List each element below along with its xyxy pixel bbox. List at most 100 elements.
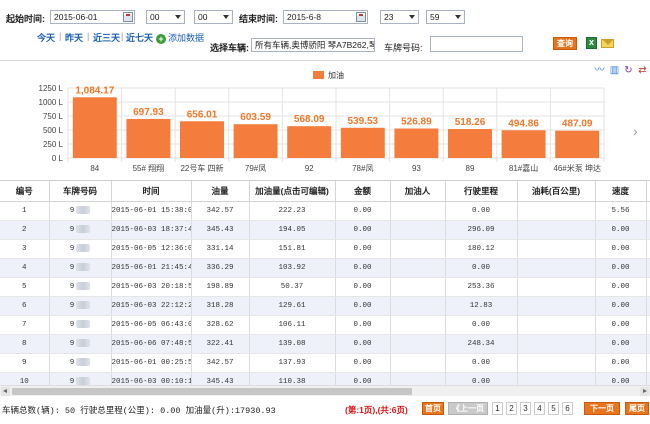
end-minute-select[interactable]: 59 (426, 10, 465, 24)
page-5-button[interactable]: 5 (548, 402, 559, 415)
col-header-amount[interactable]: 金额 (335, 181, 391, 202)
calendar-icon[interactable] (123, 12, 133, 22)
table-row[interactable]: 4 9 2015-06-01 21:45:41 336.29 103.92 0.00 0.0… (0, 258, 650, 278)
cell-fuel: 198.89 (191, 277, 250, 297)
quick-7days-link[interactable]: 近七天 (126, 31, 153, 44)
quick-3days-link[interactable]: 近三天 (93, 31, 120, 44)
refresh-icon[interactable]: ↻ (623, 65, 634, 76)
mail-icon[interactable] (601, 39, 614, 48)
cell-speed: 0.00 (595, 258, 647, 278)
table-row[interactable]: 5 9 2015-06-03 20:18:54 198.89 50.37 0.00 253.… (0, 277, 650, 297)
cell-refuel[interactable]: 103.92 (249, 258, 336, 278)
cell-time-text: 2015-06-01 15:38:09 (111, 206, 191, 215)
cell-refuel[interactable]: 194.05 (249, 220, 336, 240)
col-header-id[interactable]: 编号 (0, 181, 50, 202)
cell-fuel-text: 345.43 (206, 225, 234, 234)
next-page-button[interactable]: 下一页 (584, 402, 620, 415)
table-row[interactable]: 2 9 2015-06-03 18:37:48 345.43 194.05 0.00 296… (0, 220, 650, 240)
x-tick-label: 84 (90, 164, 99, 173)
excel-export-icon[interactable] (586, 37, 597, 49)
col-header-speed[interactable]: 速度 (595, 181, 647, 202)
cell-speed-text: 0.00 (611, 263, 630, 272)
col-header-plate[interactable]: 车牌号码 (49, 181, 112, 202)
page-4-button[interactable]: 4 (534, 402, 545, 415)
page-6-button[interactable]: 6 (562, 402, 573, 415)
bar-value-label: 539.53 (348, 116, 379, 127)
plate-input[interactable] (430, 36, 523, 52)
query-button[interactable]: 查询 (553, 37, 577, 50)
col-header-fuel[interactable]: 油量 (191, 181, 250, 202)
col-header-time[interactable]: 时间 (111, 181, 192, 202)
cell-id: 10 (0, 372, 50, 385)
cell-mileage: 296.09 (445, 220, 518, 240)
start-hour-select[interactable]: 00 (146, 10, 185, 24)
page-3-button[interactable]: 3 (520, 402, 531, 415)
separator: | (87, 31, 90, 41)
cell-plate: 9 (49, 239, 112, 259)
prev-page-button[interactable]: 《上一页 (448, 402, 488, 415)
table-row[interactable]: 7 9 2015-06-05 06:43:07 328.62 106.11 0.00 0.0… (0, 315, 650, 335)
cell-refuel[interactable]: 139.08 (249, 334, 336, 354)
chart-toolbar: 〰 ▥ ↻ ⇄ (594, 65, 650, 77)
table-row[interactable]: 8 9 2015-06-06 07:48:59 322.41 139.08 0.00 248… (0, 334, 650, 354)
switch-icon[interactable]: ⇄ (637, 65, 648, 76)
cell-mileage: 0.00 (445, 258, 518, 278)
bar (448, 128, 492, 158)
col-header-refuel[interactable]: 加油量(点击可编辑) (249, 181, 336, 202)
cell-refuel[interactable]: 50.37 (249, 277, 336, 297)
cell-refuel[interactable]: 129.61 (249, 296, 336, 316)
cell-refuel[interactable]: 151.81 (249, 239, 336, 259)
cell-id-text: 2 (21, 225, 27, 234)
horizontal-scrollbar[interactable] (0, 385, 650, 396)
table-row[interactable]: 1 9 2015-06-01 15:38:09 342.57 222.23 0.00 0.0… (0, 201, 650, 221)
vehicle-select[interactable]: 所有车辆,奥博骄阳 琴A7B262,琴AF (251, 38, 375, 52)
col-header-mileage[interactable]: 行驶里程 (445, 181, 518, 202)
last-page-button[interactable]: 尾页 (625, 402, 649, 415)
table-row[interactable]: 9 9 2015-06-01 00:25:59 342.57 137.93 0.00 0.0… (0, 353, 650, 373)
calendar-icon[interactable] (356, 12, 366, 22)
quick-today-link[interactable]: 今天 (37, 31, 55, 44)
table-header-row: 编号 车牌号码 时间 油量 加油量(点击可编辑) 金额 加油人 行驶里程 油耗(… (0, 181, 650, 202)
cell-consumption (517, 220, 596, 240)
page-2-button[interactable]: 2 (506, 402, 517, 415)
cell-fuel: 331.14 (191, 239, 250, 259)
table-row[interactable]: 6 9 2015-06-03 22:12:21 318.28 129.61 0.00 12.… (0, 296, 650, 316)
col-header-consumption[interactable]: 油耗(百公里) (517, 181, 596, 202)
col-header-total[interactable]: 总 (646, 181, 650, 202)
first-page-button[interactable]: 首页 (422, 402, 444, 415)
end-date-input[interactable]: 2015-6-8 (283, 10, 368, 24)
scroll-right-icon[interactable] (640, 387, 649, 396)
cell-amount: 0.00 (335, 277, 391, 297)
table-row[interactable]: 3 9 2015-06-05 12:36:05 331.14 151.81 0.00 180… (0, 239, 650, 259)
end-hour-select[interactable]: 23 (380, 10, 419, 24)
summary-text: 车辆总数(辆): 50 行驶总里程(公里): 0.00 加油量(升):17930… (2, 406, 276, 416)
redacted-plate (76, 358, 91, 366)
start-date-input[interactable]: 2015-06-01 (50, 10, 135, 24)
cell-refuel[interactable]: 110.38 (249, 372, 336, 385)
cell-refuel[interactable]: 222.23 (249, 201, 336, 221)
add-data-button[interactable]: + 添加数据 (156, 31, 204, 44)
cell-total: 12 (646, 258, 650, 278)
cell-amount: 0.00 (335, 296, 391, 316)
x-tick-label: 46#米泵 坤达 (553, 163, 601, 173)
col-header-refueler[interactable]: 加油人 (390, 181, 446, 202)
cell-total: 16 (646, 201, 650, 221)
cell-speed-text: 0.00 (611, 282, 630, 291)
scroll-left-icon[interactable] (1, 387, 10, 396)
line-chart-icon[interactable]: 〰 (594, 65, 605, 76)
table-row[interactable]: 10 9 2015-06-03 00:10:17 345.43 110.38 0.00 0.… (0, 372, 650, 385)
cell-refuel[interactable]: 137.93 (249, 353, 336, 373)
bar-chart-icon[interactable]: ▥ (609, 65, 620, 76)
cell-mileage-text: 0.00 (471, 206, 490, 215)
page-1-button[interactable]: 1 (492, 402, 503, 415)
scrollbar-thumb[interactable] (12, 388, 412, 395)
cell-time: 2015-06-05 12:36:05 (111, 239, 192, 259)
cell-amount-text: 0.00 (353, 206, 372, 215)
chevron-right-icon[interactable]: › (633, 123, 638, 139)
start-minute-select[interactable]: 00 (194, 10, 233, 24)
data-table-container: 编号 车牌号码 时间 油量 加油量(点击可编辑) 金额 加油人 行驶里程 油耗(… (0, 180, 650, 385)
quick-yesterday-link[interactable]: 昨天 (65, 31, 83, 44)
cell-amount-text: 0.00 (353, 225, 372, 234)
cell-fuel-text: 328.62 (206, 320, 234, 329)
cell-refuel[interactable]: 106.11 (249, 315, 336, 335)
